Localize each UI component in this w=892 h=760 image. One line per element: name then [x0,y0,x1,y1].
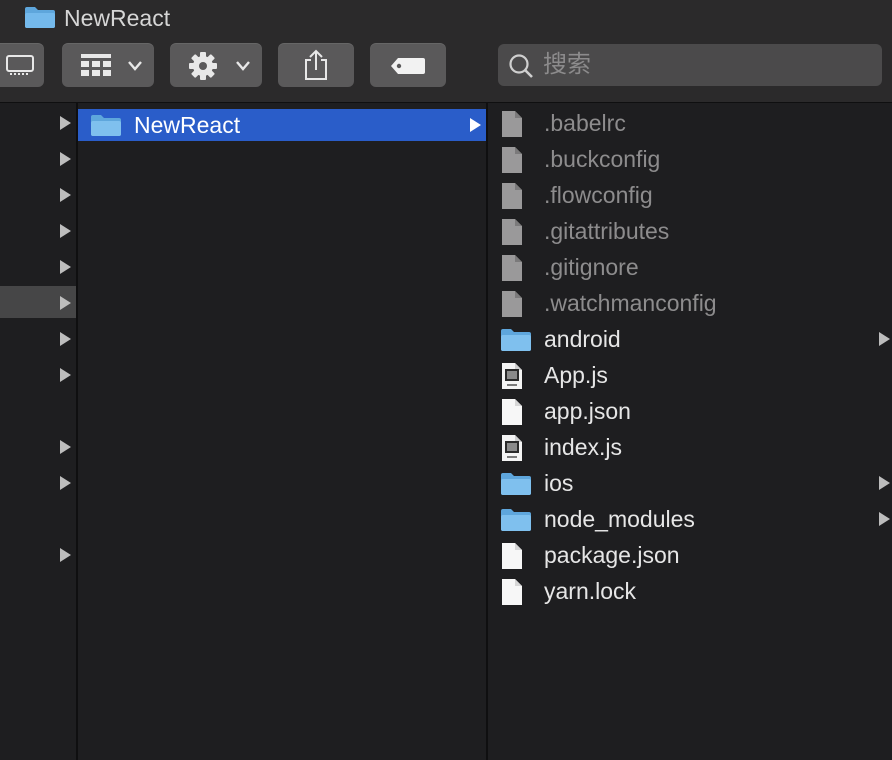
file-item[interactable]: app.json [488,394,892,430]
list-item[interactable] [0,466,76,498]
disclosure-arrow-icon [60,548,71,562]
hidden-file-icon [502,183,522,209]
column-view-icon [6,55,34,75]
list-item[interactable] [0,142,76,174]
folder-column: NewReact [78,103,488,760]
toolbar: 搜索 [0,36,892,103]
hidden-file-icon [502,219,522,245]
group-button[interactable] [62,43,154,87]
js-file-icon [502,435,522,461]
folder-icon [91,115,121,136]
hidden-file-icon [502,147,522,173]
folder-icon [501,509,531,531]
search-placeholder: 搜索 [543,51,591,78]
disclosure-arrow-icon [470,118,481,132]
file-name: node_modules [544,506,695,532]
share-icon [305,49,327,80]
list-item-label: NewReact [134,112,241,138]
file-name: .flowconfig [544,182,653,208]
folder-icon [25,7,55,28]
list-item[interactable] [0,178,76,210]
file-item[interactable]: .watchmanconfig [488,286,892,322]
list-item[interactable] [0,430,76,462]
folder-item[interactable]: node_modules [488,502,892,538]
tag-icon [391,58,425,74]
contents-column: .babelrc .buckconfig .flowconfig .gitattrib… [488,103,892,760]
window-title: NewReact [64,5,171,31]
list-item[interactable] [0,358,76,390]
disclosure-arrow-icon [60,188,71,202]
view-mode-button[interactable] [0,43,44,87]
file-item[interactable]: .gitignore [488,250,892,286]
file-item[interactable]: package.json [488,538,892,574]
file-name: ios [544,470,574,496]
chevron-down-icon [236,61,250,71]
document-icon [502,399,522,425]
hidden-file-icon [502,291,522,317]
disclosure-arrow-icon [879,512,890,526]
disclosure-arrow-icon [60,440,71,454]
hidden-file-icon [502,111,522,137]
document-icon [502,579,522,605]
file-name: App.js [544,362,608,388]
folder-item[interactable]: android [488,322,892,358]
disclosure-arrow-icon [60,152,71,166]
file-name: android [544,326,621,352]
gear-icon [189,52,217,80]
file-item[interactable]: index.js [488,430,892,466]
share-button[interactable] [278,43,354,87]
chevron-down-icon [128,61,142,71]
disclosure-arrow-icon [60,296,71,310]
parent-column [0,103,78,760]
list-item[interactable] [0,214,76,246]
disclosure-arrow-icon [60,224,71,238]
list-item[interactable] [0,538,76,570]
title-bar: NewReact [0,0,892,36]
disclosure-arrow-icon [60,368,71,382]
disclosure-arrow-icon [879,332,890,346]
list-item-newreact[interactable]: NewReact [78,109,486,141]
file-item[interactable]: yarn.lock [488,574,892,610]
action-button[interactable] [170,43,262,87]
file-name: .buckconfig [544,146,661,172]
folder-icon [501,329,531,351]
disclosure-arrow-icon [60,260,71,274]
grid-icon [81,54,111,76]
file-name: .gitignore [544,254,639,280]
folder-icon [501,473,531,495]
file-name: .gitattributes [544,218,670,244]
list-item[interactable] [0,250,76,282]
tags-button[interactable] [370,43,446,87]
folder-item[interactable]: ios [488,466,892,502]
search-icon [509,54,533,78]
file-name: .babelrc [544,110,626,136]
file-name: .watchmanconfig [544,290,717,316]
search-field[interactable]: 搜索 [498,44,882,86]
file-name: app.json [544,398,631,424]
file-name: package.json [544,542,680,568]
file-item[interactable]: .babelrc [488,106,892,142]
disclosure-arrow-icon [879,476,890,490]
file-item[interactable]: .buckconfig [488,142,892,178]
file-name: yarn.lock [544,578,637,604]
file-item[interactable]: .flowconfig [488,178,892,214]
disclosure-arrow-icon [60,332,71,346]
disclosure-arrow-icon [60,476,71,490]
file-item[interactable]: .gitattributes [488,214,892,250]
list-item[interactable] [0,106,76,138]
file-name: index.js [544,434,622,460]
js-file-icon [502,363,522,389]
file-item[interactable]: App.js [488,358,892,394]
document-icon [502,543,522,569]
hidden-file-icon [502,255,522,281]
disclosure-arrow-icon [60,116,71,130]
list-item[interactable] [0,322,76,354]
list-item-selected[interactable] [0,286,76,318]
